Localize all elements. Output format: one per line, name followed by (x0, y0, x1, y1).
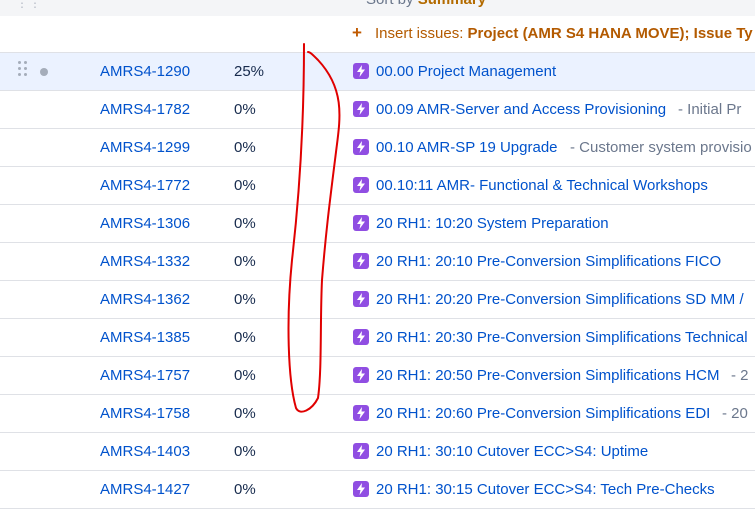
table-row[interactable]: AMRS4-1385 0% 20 RH1: 20:30 Pre-Conversion… (0, 319, 755, 357)
issue-summary-link[interactable]: 20 RH1: 20:60 Pre-Conversion Simplificat… (376, 405, 710, 422)
insert-issues-value: Project (AMR S4 HANA MOVE); Issue Ty (467, 25, 753, 42)
issue-table: AMRS4-1290 25% 00.00 Project Management AMR… (0, 53, 755, 509)
lightning-bolt-icon (353, 329, 369, 345)
lightning-bolt-icon (353, 367, 369, 383)
lightning-bolt-icon (353, 481, 369, 497)
table-row[interactable]: AMRS4-1772 0% 00.10:11 AMR- Functional & T… (0, 167, 755, 205)
issue-summary-link[interactable]: 00.00 Project Management (376, 63, 556, 80)
issue-key-link[interactable]: AMRS4-1362 (100, 291, 190, 308)
lightning-bolt-icon (353, 405, 369, 421)
issue-summary-link[interactable]: 20 RH1: 20:10 Pre-Conversion Simplificat… (376, 253, 721, 270)
progress-value: 0% (234, 139, 256, 156)
progress-value: 0% (234, 405, 256, 422)
lightning-bolt-icon (353, 177, 369, 193)
issue-summary-link[interactable]: 20 RH1: 30:10 Cutover ECC>S4: Uptime (376, 443, 648, 460)
issue-summary-link[interactable]: 00.09 AMR-Server and Access Provisioning (376, 101, 666, 118)
drag-handle-icon: ⋮⋮ (16, 0, 42, 10)
issue-summary-link[interactable]: 20 RH1: 20:20 Pre-Conversion Simplificat… (376, 291, 744, 308)
status-dot-icon (40, 68, 48, 76)
sort-header: ⋮⋮ Sort by Summary (0, 0, 755, 16)
lightning-bolt-icon (353, 253, 369, 269)
issue-key-link[interactable]: AMRS4-1332 (100, 253, 190, 270)
issue-description: - Initial Pr (678, 101, 742, 118)
lightning-bolt-icon (353, 139, 369, 155)
issue-summary-link[interactable]: 20 RH1: 10:20 System Preparation (376, 215, 609, 232)
issue-description: - Customer system provisio (570, 139, 752, 156)
issue-summary-link[interactable]: 00.10:11 AMR- Functional & Technical Wor… (376, 177, 708, 194)
drag-handle-icon[interactable] (18, 61, 28, 81)
lightning-bolt-icon (353, 63, 369, 79)
progress-value: 0% (234, 329, 256, 346)
insert-issues-label[interactable]: Insert issues: Project (AMR S4 HANA MOVE… (375, 25, 753, 42)
sort-by-prefix: Sort by (366, 0, 418, 8)
table-row[interactable]: AMRS4-1403 0% 20 RH1: 30:10 Cutover ECC>S4… (0, 433, 755, 471)
lightning-bolt-icon (353, 443, 369, 459)
table-row[interactable]: AMRS4-1299 0% 00.10 AMR-SP 19 Upgrade - Cus… (0, 129, 755, 167)
progress-value: 0% (234, 367, 256, 384)
sort-by-value: Summary (418, 0, 486, 8)
issue-summary-link[interactable]: 20 RH1: 20:50 Pre-Conversion Simplificat… (376, 367, 719, 384)
table-row[interactable]: AMRS4-1362 0% 20 RH1: 20:20 Pre-Conversion… (0, 281, 755, 319)
lightning-bolt-icon (353, 291, 369, 307)
table-row[interactable]: AMRS4-1427 0% 20 RH1: 30:15 Cutover ECC>S4… (0, 471, 755, 509)
progress-value: 0% (234, 177, 256, 194)
progress-value: 0% (234, 253, 256, 270)
table-row[interactable]: AMRS4-1332 0% 20 RH1: 20:10 Pre-Conversion… (0, 243, 755, 281)
table-row[interactable]: AMRS4-1782 0% 00.09 AMR-Server and Access … (0, 91, 755, 129)
issue-description: - 2 (731, 367, 749, 384)
insert-issues-prefix: Insert issues: (375, 25, 468, 42)
table-row[interactable]: AMRS4-1306 0% 20 RH1: 10:20 System Prepara… (0, 205, 755, 243)
issue-description: - 20 (722, 405, 748, 422)
progress-value: 0% (234, 215, 256, 232)
issue-key-link[interactable]: AMRS4-1385 (100, 329, 190, 346)
issue-key-link[interactable]: AMRS4-1782 (100, 101, 190, 118)
issue-key-link[interactable]: AMRS4-1757 (100, 367, 190, 384)
issue-key-link[interactable]: AMRS4-1403 (100, 443, 190, 460)
progress-value: 0% (234, 481, 256, 498)
lightning-bolt-icon (353, 215, 369, 231)
progress-value: 25% (234, 63, 265, 80)
issue-key-link[interactable]: AMRS4-1290 (100, 63, 190, 80)
table-row[interactable]: AMRS4-1290 25% 00.00 Project Management (0, 53, 755, 91)
issue-summary-link[interactable]: 20 RH1: 30:15 Cutover ECC>S4: Tech Pre-C… (376, 481, 715, 498)
insert-issues-row[interactable]: + Insert issues: Project (AMR S4 HANA MO… (0, 16, 755, 53)
issue-key-link[interactable]: AMRS4-1299 (100, 139, 190, 156)
issue-key-link[interactable]: AMRS4-1427 (100, 481, 190, 498)
progress-value: 0% (234, 291, 256, 308)
issue-key-link[interactable]: AMRS4-1306 (100, 215, 190, 232)
lightning-bolt-icon (353, 101, 369, 117)
issue-summary-link[interactable]: 00.10 AMR-SP 19 Upgrade (376, 139, 558, 156)
table-row[interactable]: AMRS4-1757 0% 20 RH1: 20:50 Pre-Conversion… (0, 357, 755, 395)
sort-by-label[interactable]: Sort by Summary (366, 0, 486, 8)
issue-key-link[interactable]: AMRS4-1772 (100, 177, 190, 194)
issue-summary-link[interactable]: 20 RH1: 20:30 Pre-Conversion Simplificat… (376, 329, 748, 346)
table-row[interactable]: AMRS4-1758 0% 20 RH1: 20:60 Pre-Conversion… (0, 395, 755, 433)
progress-value: 0% (234, 101, 256, 118)
plus-icon[interactable]: + (352, 23, 362, 43)
issue-key-link[interactable]: AMRS4-1758 (100, 405, 190, 422)
progress-value: 0% (234, 443, 256, 460)
